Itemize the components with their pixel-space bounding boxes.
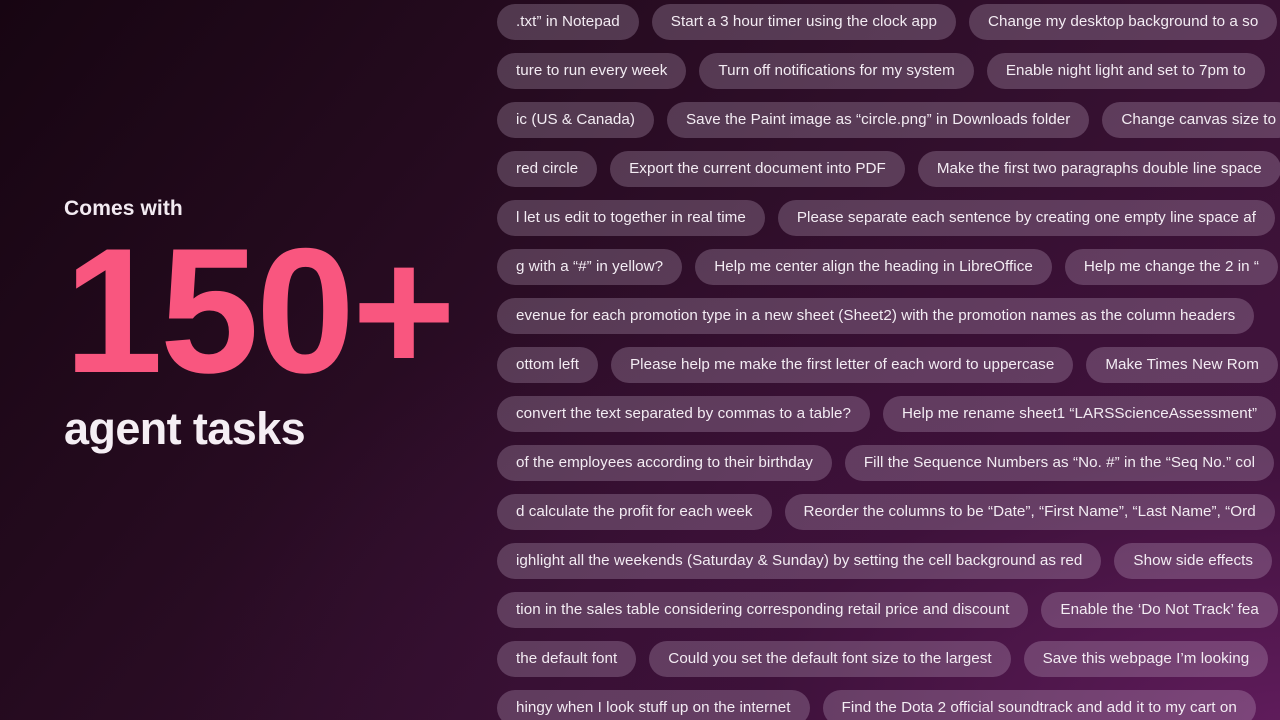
task-chip-label: Change canvas size to — [1121, 110, 1277, 128]
task-chip-label: .txt” in Notepad — [516, 12, 620, 30]
task-chip-marquee: .txt” in Notepad Start a 3 hour timer usi… — [497, 0, 1280, 720]
task-chip-label: ic (US & Canada) — [516, 110, 635, 128]
promo-stage: Comes with 150+ agent tasks .txt” in Not… — [0, 0, 1280, 720]
task-chip-label: Start a 3 hour timer using the clock app — [670, 12, 938, 30]
task-chip[interactable]: .txt” in Notepad — [497, 3, 639, 40]
task-chip-label: of the employees according to their birt… — [516, 453, 813, 471]
promo-copy-block: Comes with 150+ agent tasks — [64, 196, 494, 452]
task-chip-row: tion in the sales table considering corr… — [497, 585, 1280, 634]
task-chip-label: the default font — [516, 649, 618, 667]
task-chip[interactable]: Change my desktop background to a so — [969, 3, 1278, 40]
task-chip[interactable]: Make Times New Rom — [1086, 346, 1278, 383]
task-chip-label: Please separate each sentence by creatin… — [796, 208, 1257, 226]
task-chip[interactable]: Reorder the columns to be “Date”, “First… — [784, 493, 1275, 530]
task-chip-row: ic (US & Canada) Save the Paint image as … — [497, 95, 1280, 144]
task-chip-label: Export the current document into PDF — [629, 159, 886, 177]
task-chip-label: g with a “#” in yellow? — [516, 257, 664, 275]
task-chip[interactable]: ighlight all the weekends (Saturday & Su… — [497, 542, 1102, 579]
task-chip-row: l let us edit to together in real time Pl… — [497, 193, 1280, 242]
task-chip-row: of the employees according to their birt… — [497, 438, 1280, 487]
task-chip[interactable]: Help me change the 2 in “ — [1064, 248, 1279, 285]
task-chip-row: the default font Could you set the defaul… — [497, 634, 1280, 683]
task-chip[interactable]: evenue for each promotion type in a new … — [497, 297, 1255, 334]
task-chip-row: red circle Export the current document in… — [497, 144, 1280, 193]
task-chip-label: ottom left — [516, 355, 579, 373]
task-chip-label: Save the Paint image as “circle.png” in … — [685, 110, 1071, 128]
task-chip[interactable]: red circle — [497, 150, 598, 187]
task-chip[interactable]: Turn off notifications for my system — [699, 52, 974, 89]
task-chip-label: tion in the sales table considering corr… — [516, 600, 1010, 618]
task-chip[interactable]: Start a 3 hour timer using the clock app — [651, 3, 957, 40]
task-chip-label: Enable the ‘Do Not Track’ fea — [1060, 600, 1259, 618]
task-chip[interactable]: g with a “#” in yellow? — [497, 248, 683, 285]
task-chip[interactable]: the default font — [497, 640, 637, 677]
task-chip-row: convert the text separated by commas to … — [497, 389, 1280, 438]
task-chip[interactable]: ic (US & Canada) — [497, 101, 654, 138]
task-chip-label: Fill the Sequence Numbers as “No. #” in … — [863, 453, 1255, 471]
task-chip-label: Make the first two paragraphs double lin… — [936, 159, 1262, 177]
task-chip[interactable]: Change canvas size to — [1102, 101, 1280, 138]
task-chip-row: g with a “#” in yellow? Help me center al… — [497, 242, 1280, 291]
task-chip-row: ture to run every week Turn off notificat… — [497, 46, 1280, 95]
task-chip[interactable]: Save this webpage I’m looking — [1023, 640, 1269, 677]
task-chip[interactable]: ottom left — [497, 346, 598, 383]
task-chip[interactable]: Please separate each sentence by creatin… — [777, 199, 1276, 236]
task-chip[interactable]: Help me rename sheet1 “LARSScienceAssess… — [883, 395, 1277, 432]
task-chip[interactable]: ture to run every week — [497, 52, 687, 89]
task-chip-label: evenue for each promotion type in a new … — [516, 306, 1236, 324]
task-chip-label: Change my desktop background to a so — [988, 12, 1259, 30]
task-chip-row: ottom left Please help me make the first … — [497, 340, 1280, 389]
task-chip-label: Turn off notifications for my system — [718, 61, 955, 79]
task-chip[interactable]: tion in the sales table considering corr… — [497, 591, 1029, 628]
task-chip-label: Please help me make the first letter of … — [629, 355, 1055, 373]
task-chip[interactable]: Enable the ‘Do Not Track’ fea — [1041, 591, 1278, 628]
task-chip[interactable]: Enable night light and set to 7pm to — [986, 52, 1265, 89]
task-chip-label: red circle — [516, 159, 579, 177]
task-chip[interactable]: Find the Dota 2 official soundtrack and … — [822, 689, 1256, 720]
promo-count: 150+ — [64, 211, 456, 411]
task-chip[interactable]: l let us edit to together in real time — [497, 199, 765, 236]
task-chip[interactable]: Could you set the default font size to t… — [649, 640, 1011, 677]
task-chip-label: Enable night light and set to 7pm to — [1005, 61, 1246, 79]
task-chip-label: Help me rename sheet1 “LARSScienceAssess… — [902, 404, 1258, 422]
task-chip-label: Save this webpage I’m looking — [1042, 649, 1250, 667]
task-chip-row: .txt” in Notepad Start a 3 hour timer usi… — [497, 0, 1280, 46]
task-chip[interactable]: convert the text separated by commas to … — [497, 395, 871, 432]
task-chip-row: evenue for each promotion type in a new … — [497, 291, 1280, 340]
task-chip[interactable]: Please help me make the first letter of … — [610, 346, 1074, 383]
task-chip-row: d calculate the profit for each week Reor… — [497, 487, 1280, 536]
task-chip[interactable]: Fill the Sequence Numbers as “No. #” in … — [844, 444, 1274, 481]
task-chip-row: hingy when I look stuff up on the intern… — [497, 683, 1280, 720]
task-chip-label: Help me change the 2 in “ — [1083, 257, 1260, 275]
task-chip-rows: .txt” in Notepad Start a 3 hour timer usi… — [497, 0, 1280, 720]
task-chip-label: l let us edit to together in real time — [516, 208, 746, 226]
task-chip-label: Find the Dota 2 official soundtrack and … — [841, 698, 1237, 716]
task-chip-label: Show side effects — [1133, 551, 1254, 569]
task-chip-label: convert the text separated by commas to … — [516, 404, 852, 422]
task-chip-label: hingy when I look stuff up on the intern… — [516, 698, 791, 716]
task-chip-label: Could you set the default font size to t… — [668, 649, 992, 667]
task-chip[interactable]: of the employees according to their birt… — [497, 444, 832, 481]
task-chip[interactable]: Export the current document into PDF — [610, 150, 905, 187]
task-chip[interactable]: hingy when I look stuff up on the intern… — [497, 689, 810, 720]
promo-subtitle: agent tasks — [64, 402, 306, 454]
task-chip-label: Make Times New Rom — [1105, 355, 1259, 373]
task-chip[interactable]: d calculate the profit for each week — [497, 493, 772, 530]
task-chip-label: ture to run every week — [516, 61, 668, 79]
task-chip[interactable]: Show side effects — [1114, 542, 1273, 579]
task-chip[interactable]: Make the first two paragraphs double lin… — [917, 150, 1280, 187]
task-chip-row: ighlight all the weekends (Saturday & Su… — [497, 536, 1280, 585]
task-chip-label: Help me center align the heading in Libr… — [714, 257, 1033, 275]
task-chip[interactable]: Help me center align the heading in Libr… — [695, 248, 1052, 285]
task-chip-label: ighlight all the weekends (Saturday & Su… — [516, 551, 1083, 569]
task-chip[interactable]: Save the Paint image as “circle.png” in … — [666, 101, 1090, 138]
task-chip-label: d calculate the profit for each week — [516, 502, 753, 520]
task-chip-label: Reorder the columns to be “Date”, “First… — [803, 502, 1256, 520]
